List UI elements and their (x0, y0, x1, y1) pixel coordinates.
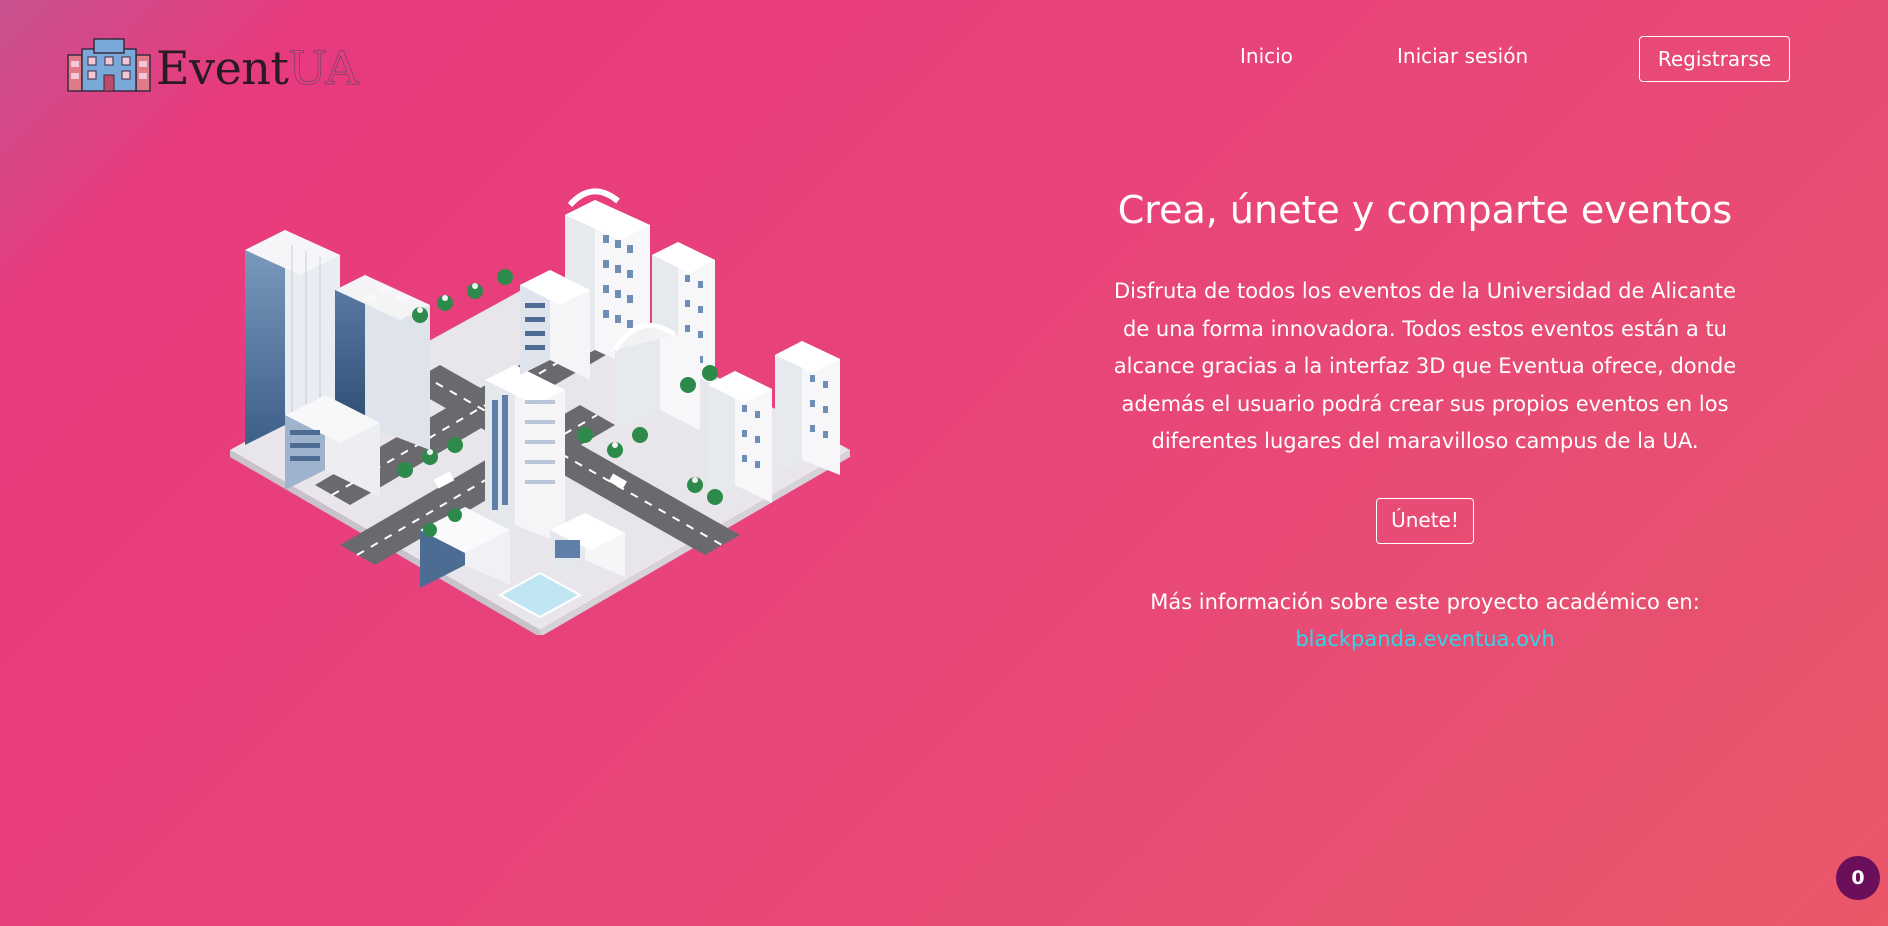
hero-title: Crea, únete y comparte eventos (1117, 188, 1733, 232)
nav-home-link[interactable]: Inicio (1240, 44, 1293, 68)
join-button[interactable]: Únete! (1376, 497, 1474, 544)
more-info: Más información sobre este proyecto acad… (1110, 584, 1740, 659)
project-link[interactable]: blackpanda.eventua.ovh (1295, 627, 1554, 651)
notification-badge[interactable]: 0 (1836, 856, 1880, 900)
isometric-city-illustration (230, 188, 850, 635)
hero-description: Disfruta de todos los eventos de la Univ… (1113, 279, 1737, 453)
nav-login-link[interactable]: Iniciar sesión (1397, 44, 1528, 68)
more-info-text: Más información sobre este proyecto acad… (1150, 589, 1700, 614)
main-nav: Inicio Iniciar sesión Registrarse (0, 36, 1888, 86)
hero-section: Crea, únete y comparte eventos Disfruta … (1110, 190, 1740, 659)
register-button[interactable]: Registrarse (1639, 36, 1790, 82)
